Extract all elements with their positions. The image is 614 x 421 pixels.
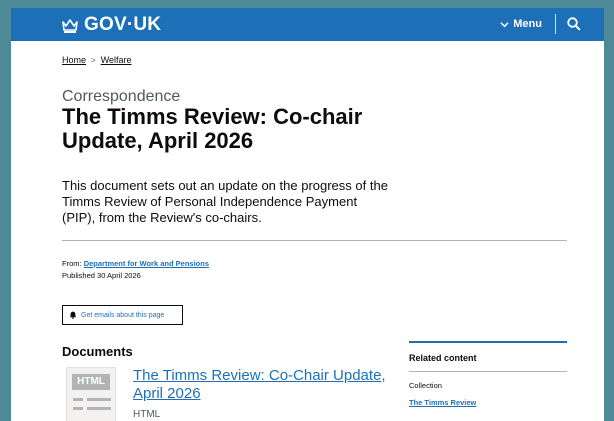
thumbnail-line	[73, 407, 83, 410]
from-label: From:	[62, 259, 82, 268]
breadcrumb-home[interactable]: Home	[62, 55, 86, 65]
bell-icon	[69, 311, 77, 319]
metadata: From: Department for Work and Pensions P…	[62, 258, 209, 282]
section-divider	[62, 240, 567, 241]
published-date: Published 30 April 2026	[62, 271, 141, 280]
document-type: HTML	[133, 409, 161, 420]
related-content-heading: Related content	[409, 343, 567, 372]
collection-label: Collection	[409, 381, 442, 390]
menu-button[interactable]: Menu	[500, 18, 542, 30]
document-title-link[interactable]: The Timms Review: Co-Chair Update, April…	[133, 367, 393, 403]
related-content: Related content Collection The Timms Rev…	[409, 341, 567, 407]
timms-review-link[interactable]: The Timms Review	[409, 390, 567, 407]
get-emails-button[interactable]: Get emails about this page	[62, 305, 183, 325]
thumbnail-line	[87, 407, 111, 410]
page: GOV·UK Menu Home > Welfare Correspondenc…	[11, 8, 604, 421]
header-divider	[555, 14, 556, 34]
thumbnail-line	[73, 398, 83, 401]
page-lede: This document sets out an update on the …	[62, 178, 388, 225]
html-badge: HTML	[72, 374, 110, 390]
breadcrumb-welfare[interactable]: Welfare	[101, 55, 132, 65]
chevron-down-icon	[500, 21, 509, 27]
documents-heading: Documents	[62, 344, 133, 359]
crown-icon	[62, 18, 78, 33]
from-organisation-link[interactable]: Department for Work and Pensions	[84, 259, 209, 268]
document-thumbnail[interactable]: HTML	[66, 367, 116, 421]
get-emails-label: Get emails about this page	[81, 311, 165, 319]
logo-text: GOV·UK	[84, 14, 162, 35]
govuk-logo[interactable]: GOV·UK	[61, 14, 161, 36]
breadcrumb: Home > Welfare	[62, 55, 132, 65]
search-icon[interactable]	[566, 16, 582, 32]
breadcrumb-separator: >	[91, 55, 96, 65]
site-header: GOV·UK Menu	[11, 8, 604, 41]
thumbnail-line	[87, 398, 111, 401]
page-title: The Timms Review: Co-chair Update, April…	[62, 104, 363, 153]
menu-label: Menu	[513, 18, 542, 30]
